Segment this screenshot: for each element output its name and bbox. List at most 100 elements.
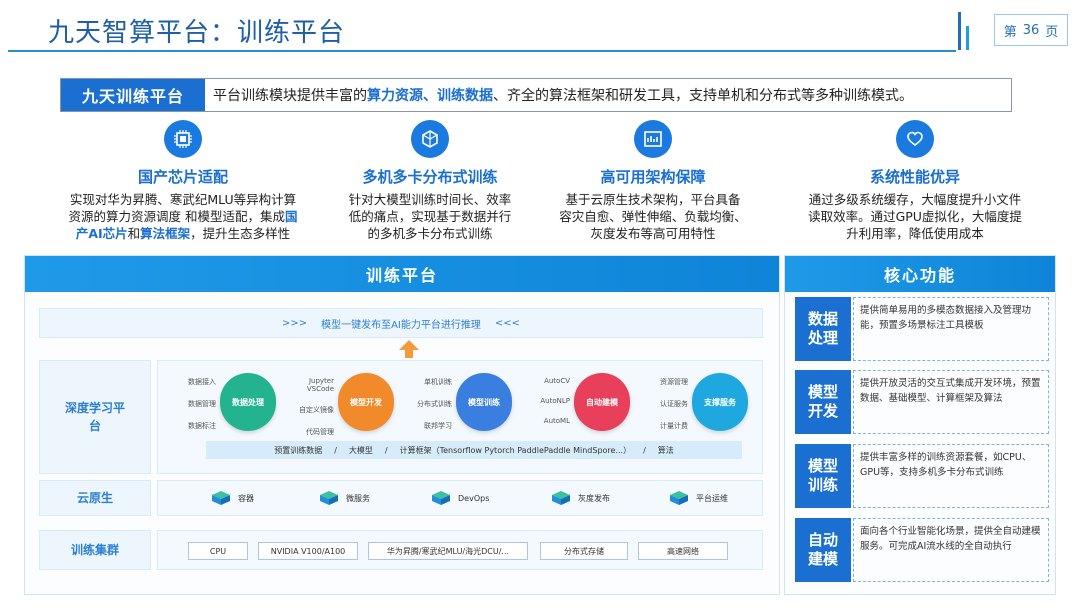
heart-hands-icon: [896, 120, 934, 158]
dl-group-model-train: 单机训练 分布式训练 联邦学习 模型训练: [400, 373, 516, 435]
page-suffix: 页: [1045, 24, 1059, 40]
core-item-auto-model: 自动建模 面向各个行业智能化场景，提供全自动建模服务。可完成AI流水线的全自动执…: [795, 518, 1051, 582]
feature-desc-line: 通过多级系统缓存，大幅度提升小文件: [808, 192, 1022, 207]
feature-desc-line: ，提升生态多样性: [190, 226, 291, 241]
cluster-item: 高速网络: [638, 542, 728, 560]
training-platform-panel: 训练平台 >>> 模型一键发布至AI能力平台进行推理 <<< 深度学习平台 数据…: [24, 255, 780, 595]
dl-labels: Jupyter VSCode 自定义镜像 代码管理: [282, 377, 334, 437]
feature-desc: 基于云原生技术架构，平台具备 容灾自愈、弹性伸缩、负载均衡、 灰度发布等高可用特…: [528, 191, 778, 242]
ai-publish-bar: >>> 模型一键发布至AI能力平台进行推理 <<<: [39, 308, 763, 338]
intro-highlight: 训练数据: [437, 88, 493, 104]
cluster-item: NVIDIA V100/A100: [258, 542, 358, 560]
cluster-item: 分布式存储: [540, 542, 628, 560]
core-label: 数据处理: [795, 297, 851, 361]
framework-sep: /: [643, 445, 646, 455]
decor-bar: [958, 12, 961, 50]
feature-chip: 国产芯片适配 实现对华为昇腾、寒武纪MLU等异构计算 资源的算力资源调度 和模型…: [58, 120, 308, 242]
cloud-item: 微服务: [318, 490, 370, 506]
cloud-item-label: DevOps: [458, 493, 490, 503]
feature-highlight: 产AI芯片: [75, 226, 128, 241]
intro-banner: 九天训练平台 平台训练模块提供丰富的算力资源、训练数据、齐全的算法框架和研发工具…: [60, 78, 1012, 112]
row-label-deep-learning: 深度学习平台: [39, 360, 151, 474]
dl-label: Jupyter VSCode: [306, 377, 334, 393]
cube-network-icon: [411, 120, 449, 158]
feature-title: 国产芯片适配: [137, 168, 228, 186]
cloud-native-row: 容器 微服务 DevOps 灰度发布 平台运维: [157, 480, 763, 516]
dl-label: 认证服务: [660, 400, 688, 408]
dl-group-auto-model: AutoCV AutoNLP AutoML 自动建模: [518, 373, 634, 435]
ai-publish-text: 模型一键发布至AI能力平台进行推理: [321, 319, 481, 331]
page-prefix: 第: [1003, 24, 1017, 40]
framework-sep: /: [334, 445, 337, 455]
core-label: 自动建模: [795, 518, 851, 582]
dl-label: 分布式训练: [417, 400, 452, 408]
dl-labels: AutoCV AutoNLP AutoML: [518, 377, 570, 425]
chip-icon: [164, 120, 202, 158]
dl-label: AutoML: [543, 417, 570, 425]
row-label-cloud-native: 云原生: [39, 480, 151, 516]
framework-item: 预置训练数据: [274, 445, 323, 455]
framework-bar: 预置训练数据 / 大模型 / 计算框架（Tensorflow Pytorch P…: [206, 441, 742, 459]
row-label-cluster: 训练集群: [39, 530, 151, 570]
core-title: 核心功能: [785, 256, 1055, 292]
core-functions-panel: 核心功能 数据处理 提供简单易用的多模态数据接入及管理功能，预置多场景标注工具模…: [784, 255, 1056, 595]
core-label: 模型开发: [795, 370, 851, 434]
intro-highlight: 算力资源: [367, 88, 423, 104]
page-number-box: 第 36 页: [994, 14, 1068, 46]
framework-item: 算法: [657, 445, 674, 455]
cube-icon: [212, 491, 230, 505]
feature-title: 多机多卡分布式训练: [362, 168, 498, 186]
cloud-item: DevOps: [430, 490, 489, 506]
core-item-model-train: 模型训练 提供丰富多样的训练资源套餐，如CPU、GPU等，支持多机多卡分布式训练: [795, 444, 1051, 508]
dl-label: 资源管理: [660, 378, 688, 386]
feature-desc: 实现对华为昇腾、寒武纪MLU等异构计算 资源的算力资源调度 和模型适配，集成国 …: [58, 191, 308, 242]
dl-group-support: 资源管理 认证服务 计量计费 支撑服务: [636, 373, 752, 435]
cloud-item: 容器: [210, 490, 254, 506]
intro-tag: 九天训练平台: [61, 79, 205, 111]
framework-sep: /: [384, 445, 388, 455]
feature-desc-line: 读取效率。通过GPU虚拟化，大幅度提: [808, 209, 1022, 224]
cloud-item: 灰度发布: [550, 490, 610, 506]
dl-label: 数据标注: [188, 422, 216, 430]
row-label-text: 深度学习平台: [65, 401, 126, 433]
dl-labels: 资源管理 认证服务 计量计费: [636, 377, 688, 431]
up-arrow-icon: [399, 340, 419, 358]
feature-performance: 系统性能优异 通过多级系统缓存，大幅度提升小文件 读取效率。通过GPU虚拟化，大…: [790, 120, 1040, 242]
title-divider: [8, 50, 956, 52]
core-desc: 面向各个行业智能化场景，提供全自动建模服务。可完成AI流水线的全自动执行: [853, 518, 1049, 582]
feature-distributed: 多机多卡分布式训练 针对大模型训练时间长、效率 低的痛点，实现基于数据并行 的多…: [305, 120, 555, 242]
cloud-item-label: 平台运维: [696, 493, 728, 503]
cube-icon: [432, 491, 450, 505]
feature-desc-line: 实现对华为昇腾、寒武纪MLU等异构计算: [69, 192, 297, 207]
feature-desc-line: 基于云原生技术架构，平台具备: [565, 192, 741, 207]
architecture-icon: [634, 120, 672, 158]
dl-label: 联邦学习: [424, 422, 452, 430]
dl-labels: 单机训练 分布式训练 联邦学习: [400, 377, 452, 431]
dl-pill-auto-model: 自动建模: [574, 373, 630, 431]
decor-bar: [966, 26, 969, 50]
dl-label: 数据接入: [188, 378, 216, 386]
platform-title: 训练平台: [25, 256, 779, 292]
intro-text-part: 平台训练模块提供丰富的: [213, 88, 367, 104]
row-label-text: 训练集群: [70, 543, 119, 557]
feature-high-availability: 高可用架构保障 基于云原生技术架构，平台具备 容灾自愈、弹性伸缩、负载均衡、 灰…: [528, 120, 778, 242]
dl-label: AutoCV: [544, 377, 570, 385]
dl-label: 自定义镜像: [299, 406, 334, 414]
dl-label: 数据管理: [188, 400, 216, 408]
feature-desc-line: 灰度发布等高可用特性: [590, 226, 716, 241]
feature-desc-line: 容灾自愈、弹性伸缩、负载均衡、: [559, 209, 747, 224]
feature-desc: 通过多级系统缓存，大幅度提升小文件 读取效率。通过GPU虚拟化，大幅度提 升利用…: [790, 191, 1040, 242]
intro-highlight-sep: 、: [423, 88, 437, 104]
dl-pill-support: 支撑服务: [692, 373, 748, 431]
arrow-right-icon: >>>: [281, 317, 308, 329]
cluster-row: CPU NVIDIA V100/A100 华为昇腾/寒武纪MLU/海光DCU/.…: [157, 530, 763, 570]
feature-desc-line: 的多机多卡分布式训练: [367, 226, 493, 241]
dl-labels: 数据接入 数据管理 数据标注: [164, 377, 216, 431]
dl-group-data: 数据接入 数据管理 数据标注 数据处理: [164, 373, 280, 435]
dl-pill-data-processing: 数据处理: [220, 373, 276, 431]
page-number: 36: [1022, 22, 1040, 38]
cloud-item-label: 容器: [238, 493, 254, 503]
core-desc: 提供丰富多样的训练资源套餐，如CPU、GPU等，支持多机多卡分布式训练: [853, 444, 1049, 508]
feature-desc-line: 针对大模型训练时间长、效率: [348, 192, 512, 207]
cloud-item: 平台运维: [668, 490, 728, 506]
